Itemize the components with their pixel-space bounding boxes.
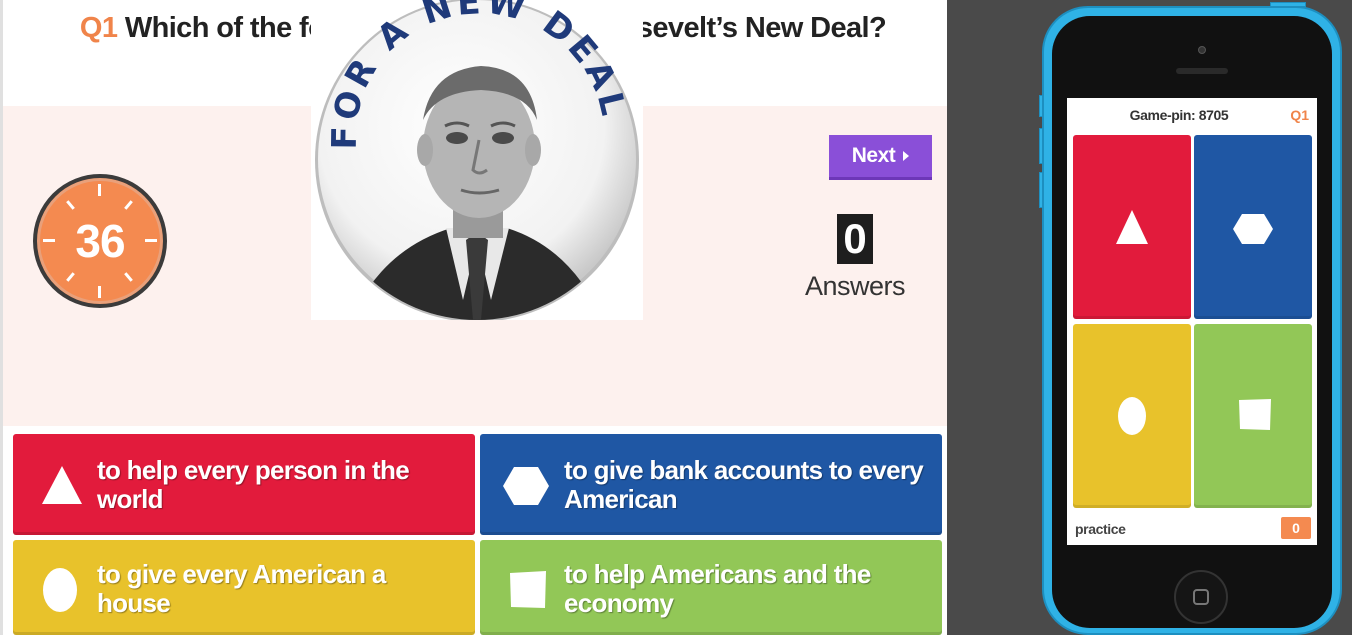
answer-text: to give every American a house [97,559,386,618]
phone-screen: Game-pin: 8705 Q1 practice 0 [1067,98,1317,545]
phone-power-button [1270,2,1306,7]
caret-right-icon [903,151,910,161]
square-icon [1239,399,1271,430]
home-square-icon [1193,589,1209,605]
phone-answer-yellow[interactable] [1073,324,1191,508]
answer-tile-red[interactable]: to help every person in the world [13,434,475,535]
practice-label: practice [1075,521,1126,537]
score-badge: 0 [1281,517,1311,539]
answer-text: to give bank accounts to every American [564,455,924,514]
home-button[interactable] [1174,570,1228,624]
next-button[interactable]: Next [829,135,932,180]
circle-icon [1118,397,1146,435]
phone-header: Game-pin: 8705 Q1 [1067,98,1317,132]
answer-tile-blue[interactable]: to give bank accounts to every American [480,434,942,535]
campaign-button-illustration: FOR A NEW DEAL [315,0,639,322]
circle-icon [43,568,77,612]
kahoot-stage: Q1 Which of the following was part of Ro… [0,0,1352,635]
answer-count-value: 0 [837,214,873,264]
phone-volume-up [1039,128,1043,164]
answer-tile-green[interactable]: to help Americans and the economy [480,540,942,635]
triangle-icon [1116,210,1148,244]
camera-icon [1198,46,1206,54]
phone-answer-red[interactable] [1073,135,1191,319]
phone-answer-green[interactable] [1194,324,1312,508]
hexagon-icon [1233,214,1273,244]
square-icon [510,571,546,608]
phone-side-button [1039,95,1043,117]
phone-answer-blue[interactable] [1194,135,1312,319]
countdown-timer: 36 [33,174,167,308]
question-number: Q1 [79,12,118,44]
quiz-panel: Q1 Which of the following was part of Ro… [0,0,950,635]
game-pin: Game-pin: 8705 [1129,107,1229,123]
phone-question-label: Q1 [1290,107,1309,123]
answer-text: to help Americans and the economy [564,559,871,618]
phone-volume-down [1039,172,1043,208]
answers-label: Answers [804,271,906,301]
fdr-campaign-button-image: FOR A NEW DEAL [311,0,643,322]
hexagon-icon [503,467,549,505]
phone-footer: practice 0 [1067,512,1317,545]
triangle-icon [42,466,82,504]
answer-text: to help every person in the world [97,455,410,514]
next-button-label: Next [851,144,896,167]
speaker-grille [1176,68,1228,74]
timer-value: 36 [75,215,125,267]
answer-tile-yellow[interactable]: to give every American a house [13,540,475,635]
